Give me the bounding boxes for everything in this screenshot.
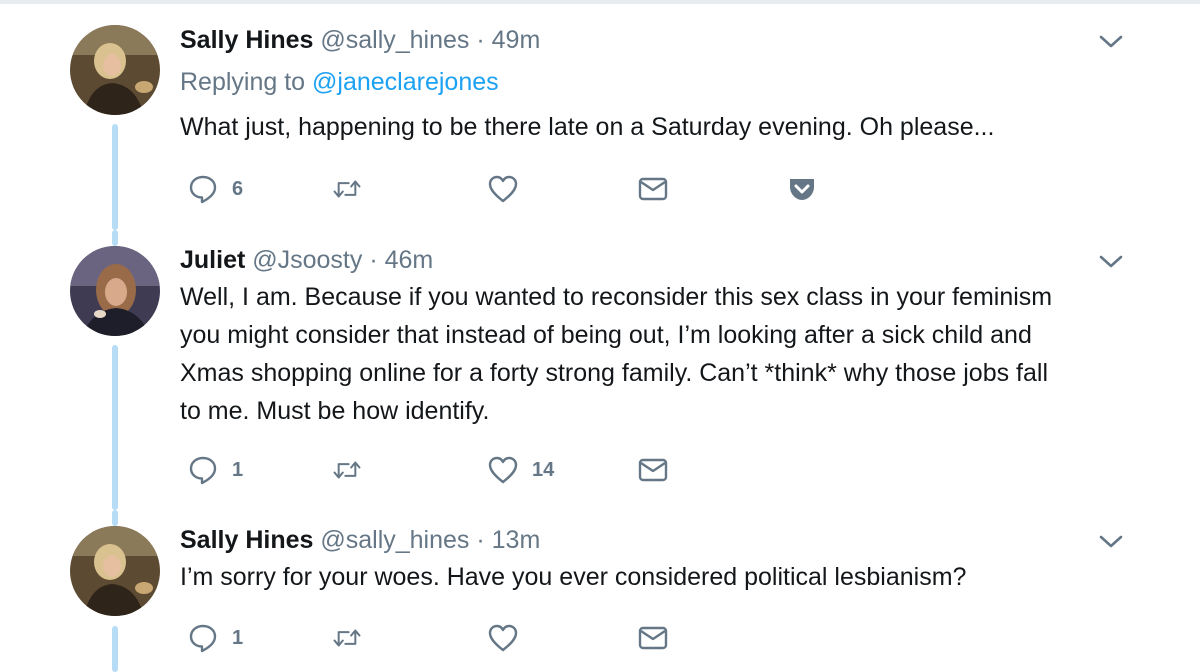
timestamp[interactable]: 13m [492, 526, 541, 554]
thread-line-top [112, 230, 118, 246]
tweet-text-line: Well, I am. Because if you wanted to rec… [180, 283, 1053, 311]
retweet-icon [333, 629, 361, 647]
chevron-down-icon[interactable] [1098, 534, 1124, 550]
reply-button[interactable]: 1 [188, 618, 243, 658]
retweet-icon [333, 180, 361, 198]
thread-line [112, 345, 118, 510]
direct-message-icon [638, 626, 668, 650]
reply-count: 1 [232, 626, 244, 649]
author-name[interactable]: Juliet [180, 246, 245, 274]
reply-icon [189, 624, 217, 653]
tweet-2[interactable]: Juliet @Jsoosty · 46m Well, I am. Becaus… [0, 230, 1200, 510]
author-name[interactable]: Sally Hines [180, 526, 313, 554]
like-button[interactable] [488, 618, 518, 658]
pocket-button[interactable] [787, 169, 817, 209]
avatar-juliet[interactable] [70, 246, 160, 336]
thread-line [112, 626, 118, 672]
author-handle[interactable]: @sally_hines [320, 526, 469, 554]
retweet-button[interactable] [332, 618, 362, 658]
retweet-button[interactable] [332, 169, 362, 209]
direct-message-button[interactable] [638, 169, 668, 209]
reply-button[interactable]: 1 [188, 450, 243, 490]
direct-message-icon [638, 177, 668, 201]
tweet-1[interactable]: Sally Hines @sally_hines · 49m Replying … [0, 0, 1200, 230]
thread-line-top [112, 510, 118, 526]
direct-message-icon [638, 458, 668, 482]
like-button[interactable] [488, 169, 518, 209]
tweet-header: Sally Hines @sally_hines · 49m [180, 24, 1140, 56]
chevron-down-icon[interactable] [1098, 34, 1124, 50]
replying-to-link[interactable]: @janeclarejones [312, 68, 499, 96]
tweet-header: Sally Hines @sally_hines · 13m [180, 524, 1140, 556]
like-button[interactable]: 14 [488, 450, 554, 490]
reply-icon [189, 456, 217, 485]
tweet-text: I’m sorry for your woes. Have you ever c… [180, 563, 967, 591]
tweet-3[interactable]: Sally Hines @sally_hines · 13m I’m sorry… [0, 510, 1200, 672]
separator-dot: · [476, 526, 485, 554]
pocket-icon [790, 179, 814, 200]
separator-dot: · [369, 246, 378, 274]
tweet-text: What just, happening to be there late on… [180, 113, 995, 141]
direct-message-button[interactable] [638, 450, 668, 490]
author-name[interactable]: Sally Hines [180, 26, 313, 54]
like-count: 14 [532, 458, 555, 481]
tweet-text-line: Xmas shopping online for a forty strong … [180, 359, 1049, 387]
avatar-sally-hines[interactable] [70, 25, 160, 115]
replying-prefix: Replying to [180, 68, 306, 96]
tweet-header: Juliet @Jsoosty · 46m [180, 244, 1140, 276]
author-handle[interactable]: @Jsoosty [252, 246, 362, 274]
author-handle[interactable]: @sally_hines [320, 26, 469, 54]
tweet-text: Well, I am. Because if you wanted to rec… [180, 278, 1140, 430]
reply-count: 6 [232, 177, 244, 200]
direct-message-button[interactable] [638, 618, 668, 658]
replying-to-line: Replying to @janeclarejones [180, 66, 1140, 98]
reply-button[interactable]: 6 [188, 169, 243, 209]
timestamp[interactable]: 49m [492, 26, 541, 54]
thread-line [112, 124, 118, 230]
like-icon [488, 624, 518, 652]
tweet-text-line: to me. Must be how identify. [180, 397, 490, 425]
avatar-sally-hines[interactable] [70, 526, 160, 616]
like-icon [488, 175, 518, 203]
like-icon [488, 456, 518, 484]
timestamp[interactable]: 46m [385, 246, 434, 274]
reply-icon [189, 175, 217, 204]
reply-count: 1 [232, 458, 244, 481]
retweet-icon [333, 461, 361, 479]
tweet-text-line: you might consider that instead of being… [180, 321, 1032, 349]
separator-dot: · [476, 26, 485, 54]
chevron-down-icon[interactable] [1098, 254, 1124, 270]
retweet-button[interactable] [332, 450, 362, 490]
